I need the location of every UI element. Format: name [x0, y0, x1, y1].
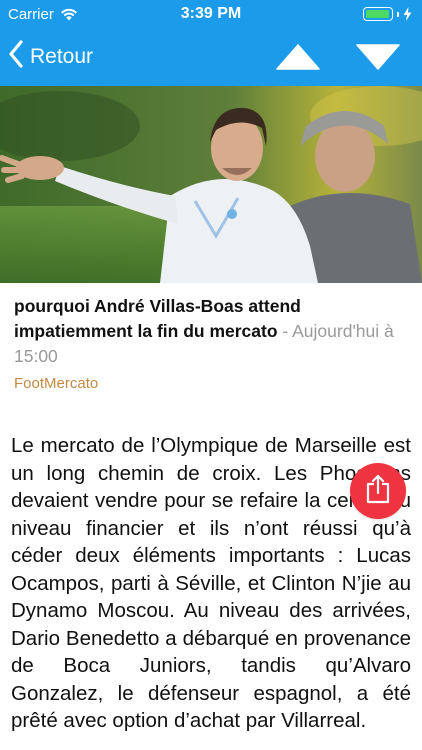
battery-icon — [363, 7, 393, 21]
navigation-bar: Retour — [0, 30, 422, 86]
article-image — [0, 86, 422, 283]
arrow-down-icon — [356, 44, 400, 74]
article-source[interactable]: FootMercato — [14, 375, 98, 392]
back-button[interactable]: Retour — [8, 40, 93, 74]
back-label: Retour — [30, 45, 94, 68]
chevron-left-icon — [8, 40, 24, 74]
share-button[interactable] — [350, 463, 406, 519]
battery-cap — [397, 11, 399, 17]
status-time: 3:39 PM — [180, 5, 242, 22]
article-headline: pourquoi André Villas-Boas attend impati… — [14, 294, 414, 369]
article-body: Le mercato de l’Olympique de Marseille e… — [11, 434, 411, 732]
battery-fill — [366, 10, 389, 18]
charging-icon — [403, 7, 412, 21]
article-photo — [0, 86, 422, 283]
arrow-up-icon — [276, 44, 320, 74]
status-right — [363, 7, 412, 21]
title-separator: - — [277, 321, 293, 341]
article-title: pourquoi André Villas-Boas attend impati… — [14, 296, 301, 341]
previous-article-button[interactable] — [276, 44, 320, 75]
share-icon — [365, 474, 391, 509]
status-bar: Carrier 3:39 PM — [0, 0, 422, 30]
next-article-button[interactable] — [356, 44, 400, 75]
